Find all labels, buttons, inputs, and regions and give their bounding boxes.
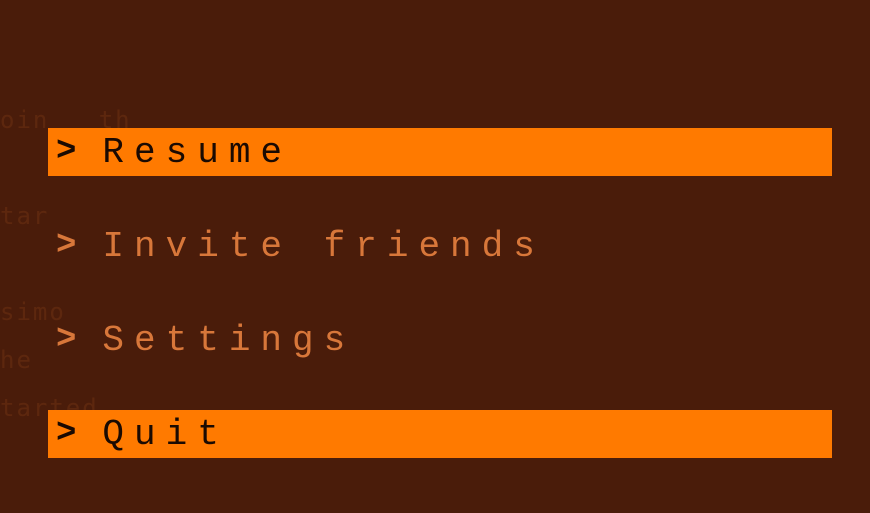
menu-item-label: Settings xyxy=(102,320,355,361)
menu-item-quit[interactable]: > Quit xyxy=(48,410,832,458)
chevron-right-icon: > xyxy=(56,227,76,265)
menu-item-label: Resume xyxy=(102,132,292,173)
chevron-right-icon: > xyxy=(56,133,76,171)
pause-menu: > Resume > Invite friends > Settings > Q… xyxy=(48,128,832,458)
menu-item-label: Quit xyxy=(102,414,228,455)
menu-item-resume[interactable]: > Resume xyxy=(48,128,832,176)
menu-item-label: Invite friends xyxy=(102,226,544,267)
menu-item-settings[interactable]: > Settings xyxy=(48,316,832,364)
chevron-right-icon: > xyxy=(56,321,76,359)
chevron-right-icon: > xyxy=(56,415,76,453)
menu-item-invite-friends[interactable]: > Invite friends xyxy=(48,222,832,270)
